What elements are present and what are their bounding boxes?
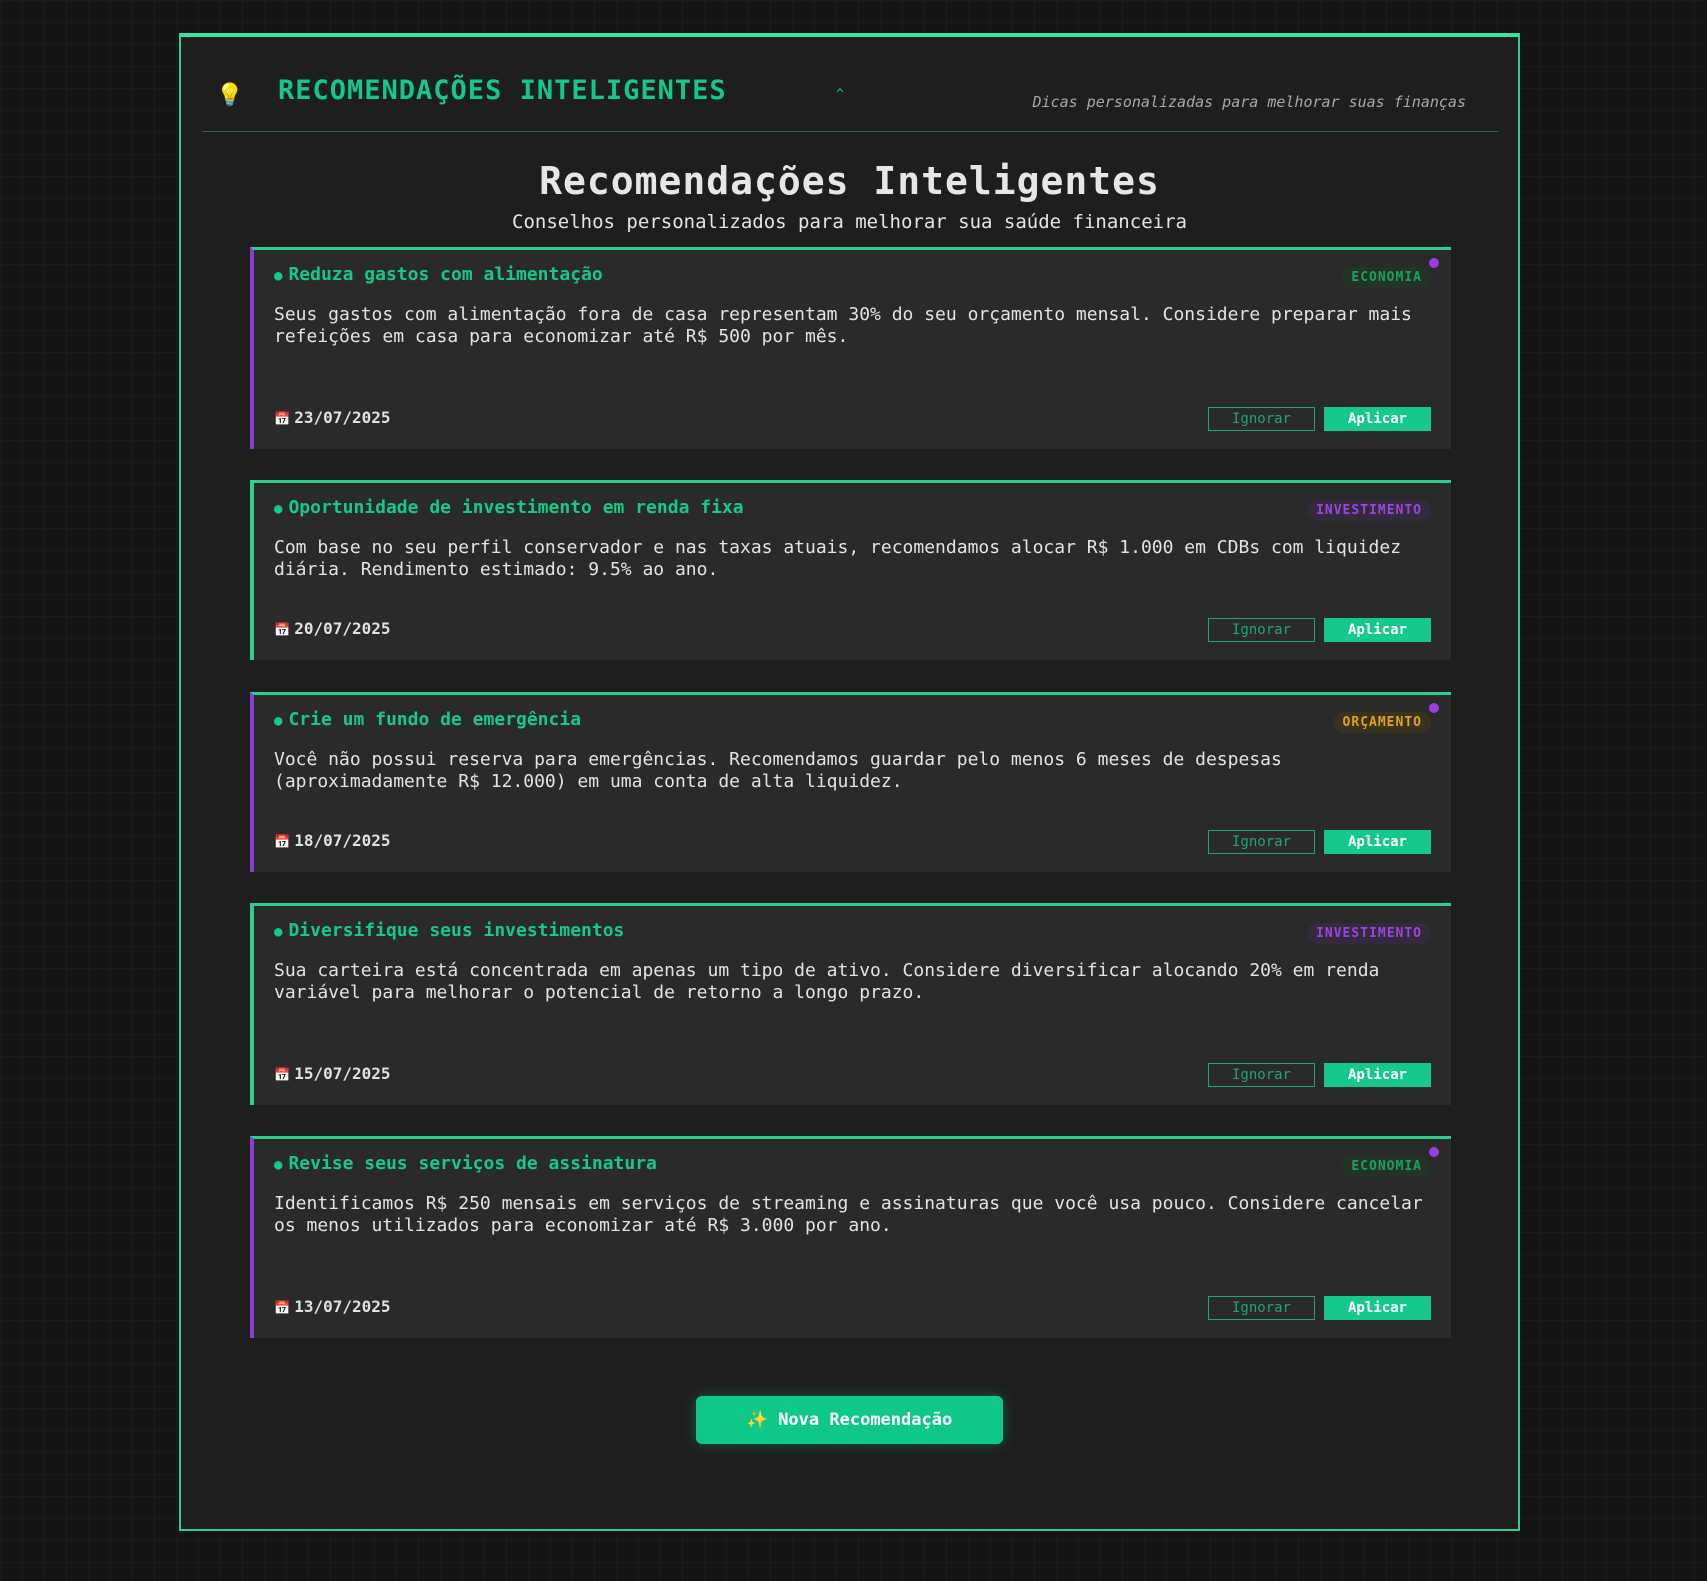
category-badge: ECONOMIA: [1342, 1156, 1431, 1177]
category-badge: ECONOMIA: [1342, 267, 1431, 288]
bullet-icon: ●: [274, 713, 283, 729]
panel-title: RECOMENDAÇÕES INTELIGENTES: [278, 75, 727, 106]
bullet-icon: ●: [274, 268, 283, 284]
apply-button[interactable]: Aplicar: [1324, 618, 1431, 642]
calendar-icon: 📅: [274, 835, 291, 850]
new-recommendation-button[interactable]: ✨ Nova Recomendação: [696, 1396, 1003, 1444]
category-badge: INVESTIMENTO: [1307, 500, 1431, 521]
ignore-button[interactable]: Ignorar: [1208, 1063, 1315, 1087]
collapse-chevron-icon[interactable]: ^: [836, 87, 844, 102]
recommendation-card: ● Reduza gastos com alimentação ECONOMIA …: [250, 247, 1451, 449]
card-title: ● Diversifique seus investimentos: [274, 920, 625, 941]
card-description: Com base no seu perfil conservador e nas…: [274, 537, 1402, 580]
ignore-button[interactable]: Ignorar: [1208, 407, 1315, 431]
page-subtitle: Conselhos personalizados para melhorar s…: [512, 211, 1187, 233]
card-title: ● Crie um fundo de emergência: [274, 709, 582, 730]
recommendations-panel: 💡 RECOMENDAÇÕES INTELIGENTES ^ Dicas per…: [179, 33, 1520, 1531]
bullet-icon: ●: [274, 1157, 283, 1173]
recommendation-card: ● Oportunidade de investimento em renda f…: [250, 480, 1451, 660]
bullet-icon: ●: [274, 924, 283, 940]
ignore-button[interactable]: Ignorar: [1208, 1296, 1315, 1320]
page-title: Recomendações Inteligentes: [539, 159, 1160, 203]
card-date: 📅 15/07/2025: [274, 1064, 391, 1083]
card-date: 📅 18/07/2025: [274, 831, 391, 850]
card-description: Identificamos R$ 250 mensais em serviços…: [274, 1193, 1423, 1236]
card-date: 📅 23/07/2025: [274, 408, 391, 427]
card-description: Você não possui reserva para emergências…: [274, 749, 1282, 792]
recommendation-card: ● Revise seus serviços de assinatura ECON…: [250, 1136, 1451, 1338]
card-date: 📅 13/07/2025: [274, 1297, 391, 1316]
calendar-icon: 📅: [274, 412, 291, 427]
unread-indicator: [1429, 703, 1439, 713]
card-title: ● Reduza gastos com alimentação: [274, 264, 603, 285]
card-date: 📅 20/07/2025: [274, 619, 391, 638]
recommendation-card: ● Diversifique seus investimentos INVESTI…: [250, 903, 1451, 1105]
bullet-icon: ●: [274, 501, 283, 517]
calendar-icon: 📅: [274, 1301, 291, 1316]
panel-header: 💡 RECOMENDAÇÕES INTELIGENTES ^ Dicas per…: [202, 37, 1498, 132]
card-title: ● Oportunidade de investimento em renda f…: [274, 497, 744, 518]
apply-button[interactable]: Aplicar: [1324, 1296, 1431, 1320]
panel-subtitle: Dicas personalizadas para melhorar suas …: [1032, 93, 1466, 111]
calendar-icon: 📅: [274, 1068, 291, 1083]
unread-indicator: [1429, 1147, 1439, 1157]
apply-button[interactable]: Aplicar: [1324, 1063, 1431, 1087]
apply-button[interactable]: Aplicar: [1324, 407, 1431, 431]
card-title: ● Revise seus serviços de assinatura: [274, 1153, 657, 1174]
apply-button[interactable]: Aplicar: [1324, 830, 1431, 854]
unread-indicator: [1429, 258, 1439, 268]
category-badge: ORÇAMENTO: [1333, 712, 1431, 733]
lightbulb-icon: 💡: [216, 83, 244, 108]
calendar-icon: 📅: [274, 623, 291, 638]
card-description: Sua carteira está concentrada em apenas …: [274, 960, 1380, 1003]
ignore-button[interactable]: Ignorar: [1208, 618, 1315, 642]
category-badge: INVESTIMENTO: [1307, 923, 1431, 944]
recommendation-card: ● Crie um fundo de emergência ORÇAMENTO V…: [250, 692, 1451, 872]
card-description: Seus gastos com alimentação fora de casa…: [274, 304, 1412, 347]
ignore-button[interactable]: Ignorar: [1208, 830, 1315, 854]
